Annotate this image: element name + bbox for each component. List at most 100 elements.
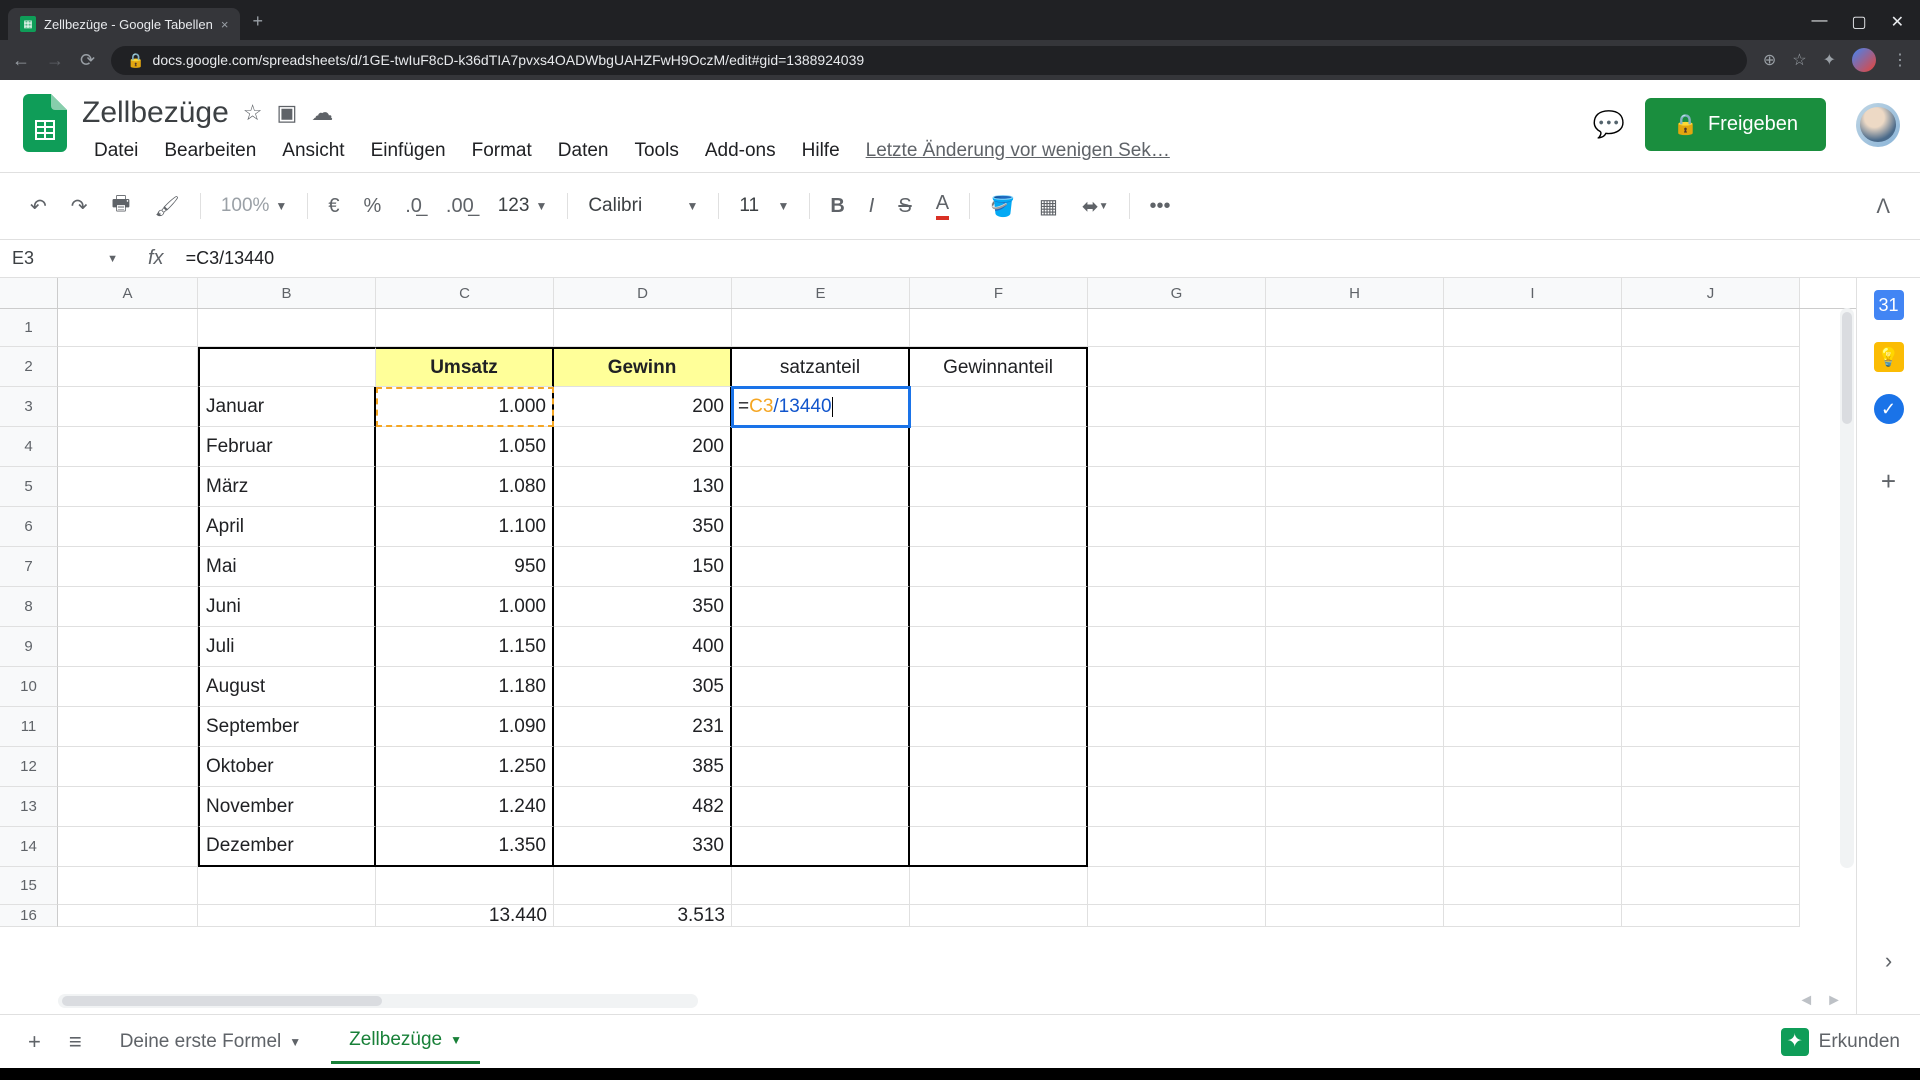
umsatz-cell[interactable]: 1.080 — [376, 467, 554, 507]
tasks-icon[interactable]: ✓ — [1874, 394, 1904, 424]
cell[interactable] — [910, 667, 1088, 707]
increase-decimal-button[interactable]: .00̲ — [436, 187, 484, 226]
cell[interactable] — [1444, 627, 1622, 667]
cell[interactable] — [1444, 787, 1622, 827]
cell[interactable] — [1622, 387, 1800, 427]
month-cell[interactable]: Juli — [198, 627, 376, 667]
cell[interactable] — [1266, 507, 1444, 547]
undo-button[interactable]: ↶ — [20, 186, 57, 227]
month-cell[interactable]: Juni — [198, 587, 376, 627]
umsatz-cell[interactable]: 1.100 — [376, 507, 554, 547]
cell[interactable] — [1444, 827, 1622, 867]
header-gewinnanteil[interactable]: Gewinnanteil — [910, 347, 1088, 387]
profile-avatar-icon[interactable] — [1852, 48, 1876, 72]
document-title[interactable]: Zellbezüge — [82, 96, 229, 130]
cell[interactable] — [1266, 347, 1444, 387]
menu-bearbeiten[interactable]: Bearbeiten — [152, 134, 268, 168]
cell[interactable] — [58, 547, 198, 587]
month-cell[interactable]: Mai — [198, 547, 376, 587]
menu-icon[interactable]: ⋮ — [1892, 50, 1908, 70]
col-header[interactable]: A — [58, 278, 198, 308]
minimize-button[interactable]: — — [1811, 12, 1827, 32]
cell[interactable] — [1088, 707, 1266, 747]
number-format-select[interactable]: 123▼ — [488, 189, 558, 223]
expand-panel-icon[interactable]: › — [1885, 948, 1892, 974]
cell[interactable] — [732, 667, 910, 707]
cell[interactable] — [732, 707, 910, 747]
print-button[interactable]: 🖶 — [102, 181, 141, 231]
font-size-select[interactable]: 11▼ — [729, 189, 799, 223]
decrease-decimal-button[interactable]: .0̲ — [395, 187, 432, 226]
row-header[interactable]: 14 — [0, 827, 58, 867]
cell[interactable] — [376, 867, 554, 905]
cell[interactable] — [910, 747, 1088, 787]
month-cell[interactable]: März — [198, 467, 376, 507]
cell[interactable] — [1622, 827, 1800, 867]
cell[interactable] — [1266, 707, 1444, 747]
share-button[interactable]: 🔒 Freigeben — [1645, 98, 1826, 151]
scroll-right-icon[interactable]: ► — [1826, 992, 1842, 1010]
col-header[interactable]: C — [376, 278, 554, 308]
umsatz-cell[interactable]: 1.000 — [376, 587, 554, 627]
cell[interactable] — [58, 427, 198, 467]
cell[interactable] — [910, 905, 1088, 927]
account-avatar[interactable] — [1856, 103, 1900, 147]
gewinn-cell[interactable]: 330 — [554, 827, 732, 867]
gewinn-cell[interactable]: 305 — [554, 667, 732, 707]
cell[interactable] — [1444, 587, 1622, 627]
zoom-icon[interactable]: ⊕ — [1763, 50, 1776, 70]
cell[interactable] — [1088, 587, 1266, 627]
move-icon[interactable]: ▣ — [277, 100, 298, 126]
month-cell[interactable]: September — [198, 707, 376, 747]
cell[interactable] — [910, 707, 1088, 747]
cell[interactable] — [1266, 747, 1444, 787]
font-select[interactable]: Calibri▼ — [578, 189, 708, 223]
gewinn-cell[interactable]: 130 — [554, 467, 732, 507]
umsatz-cell[interactable]: 1.240 — [376, 787, 554, 827]
scroll-left-icon[interactable]: ◄ — [1798, 992, 1814, 1010]
cell[interactable] — [1622, 507, 1800, 547]
cell[interactable] — [554, 309, 732, 347]
col-header[interactable]: F — [910, 278, 1088, 308]
umsatz-cell[interactable]: 1.250 — [376, 747, 554, 787]
strike-button[interactable]: S — [888, 187, 921, 226]
umsatz-cell[interactable]: 1.150 — [376, 627, 554, 667]
maximize-button[interactable]: ▢ — [1851, 12, 1866, 32]
cell[interactable] — [1444, 905, 1622, 927]
cell[interactable] — [1622, 309, 1800, 347]
cell[interactable] — [1622, 587, 1800, 627]
umsatz-cell[interactable]: 1.180 — [376, 667, 554, 707]
name-box[interactable]: E3▼ — [0, 242, 130, 275]
header-gewinn[interactable]: Gewinn — [554, 347, 732, 387]
gewinn-cell[interactable]: 150 — [554, 547, 732, 587]
browser-tab[interactable]: ▦ Zellbezüge - Google Tabellen × — [8, 8, 240, 40]
col-header[interactable]: G — [1088, 278, 1266, 308]
cell[interactable] — [1088, 747, 1266, 787]
reload-button[interactable]: ⟳ — [80, 50, 95, 71]
month-cell[interactable]: Dezember — [198, 827, 376, 867]
col-header[interactable]: E — [732, 278, 910, 308]
all-sheets-button[interactable]: ≡ — [61, 1021, 90, 1063]
cell[interactable] — [1444, 507, 1622, 547]
cell[interactable] — [58, 747, 198, 787]
cell[interactable] — [1444, 387, 1622, 427]
text-color-button[interactable]: A — [926, 184, 959, 228]
cell[interactable] — [1444, 547, 1622, 587]
menu-hilfe[interactable]: Hilfe — [790, 134, 852, 168]
month-cell[interactable]: Januar — [198, 387, 376, 427]
cell[interactable] — [732, 507, 910, 547]
gewinn-cell[interactable]: 200 — [554, 387, 732, 427]
grid[interactable]: A B C D E F G H I J 1 0,0744047619× 2 Um — [0, 278, 1856, 1014]
col-header[interactable]: D — [554, 278, 732, 308]
cell[interactable] — [198, 905, 376, 927]
cell[interactable] — [1266, 427, 1444, 467]
cell[interactable] — [58, 347, 198, 387]
cell[interactable] — [58, 507, 198, 547]
total-umsatz[interactable]: 13.440 — [376, 905, 554, 927]
cell[interactable] — [1622, 787, 1800, 827]
cell[interactable] — [1444, 747, 1622, 787]
cell[interactable] — [1088, 627, 1266, 667]
bookmark-icon[interactable]: ☆ — [1792, 50, 1806, 70]
gewinn-cell[interactable]: 350 — [554, 587, 732, 627]
select-all-corner[interactable] — [0, 278, 58, 308]
